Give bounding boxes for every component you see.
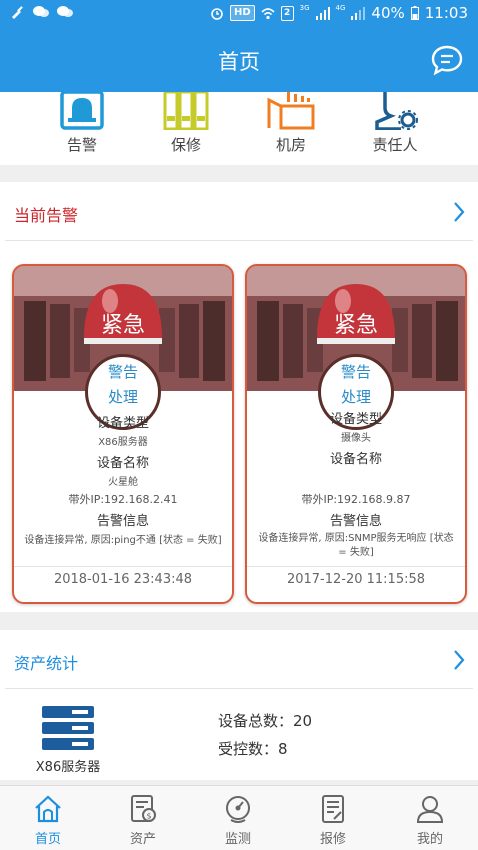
nav-label: 我的 — [416, 832, 443, 847]
nav-label: 报修 — [319, 832, 346, 847]
signal-bars-icon — [351, 6, 366, 20]
quick-menu-label: 保修 — [170, 136, 201, 154]
handle-link[interactable]: 处理 — [14, 386, 232, 407]
quick-menu: 告警 保修 机房 责任人 — [0, 92, 478, 165]
device-type-label: 设备类型 — [96, 416, 149, 431]
server-stack-icon[interactable] — [42, 706, 94, 750]
current-alarms-header[interactable]: 当前告警 — [0, 182, 478, 240]
nav-monitor[interactable]: 监测 — [190, 786, 286, 850]
asset-stats-section: 资产统计 X86服务器 设备总数：20 受控数：8 — [0, 630, 478, 780]
chevron-right-icon — [454, 650, 465, 670]
alarm-info-label: 告警信息 — [96, 514, 149, 529]
alarm-level: 警告 — [340, 363, 371, 381]
signal-bars-icon — [315, 6, 330, 20]
nav-label: 首页 — [34, 832, 61, 847]
asset-stats-header[interactable]: 资产统计 — [0, 630, 478, 688]
urgent-text: 紧急 — [101, 313, 145, 338]
battery-icon — [410, 6, 419, 20]
wifi-icon — [261, 7, 275, 19]
nav-repair[interactable]: 报修 — [285, 786, 381, 850]
page-title: 首页 — [218, 50, 260, 74]
device-type-value: 摄像头 — [341, 433, 371, 444]
sim-badge: 2 — [280, 5, 294, 21]
device-name-label: 设备名称 — [329, 452, 382, 467]
section-title: 当前告警 — [14, 206, 79, 225]
status-bar: HD 2 3G 4G 40% 11:03 — [0, 0, 478, 28]
monitor-gauge-icon — [226, 796, 250, 823]
network-4g: 4G — [335, 4, 346, 12]
alarm-level: 警告 — [107, 363, 138, 381]
section-title: 资产统计 — [14, 654, 79, 673]
alarm-card[interactable]: 紧急 警告 处理 设备类型 X86服务器 设备名称 火星舱 带外IP:192.1… — [12, 264, 234, 604]
asset-total: 设备总数：20 — [218, 712, 313, 730]
alarm-time: 2017-12-20 11:15:58 — [286, 572, 426, 587]
alarm-info-label: 告警信息 — [329, 514, 382, 529]
chevron-right-icon — [454, 202, 465, 222]
handle-link[interactable]: 处理 — [247, 386, 465, 407]
bell-icon — [60, 92, 104, 130]
nav-label: 资产 — [129, 832, 156, 847]
alarm-clock-icon — [211, 8, 223, 20]
asset-managed: 受控数：8 — [218, 740, 288, 758]
broom-icon — [12, 6, 23, 19]
quick-menu-label: 机房 — [275, 136, 306, 154]
device-type-label: 设备类型 — [329, 412, 382, 427]
hd-badge: HD — [229, 5, 255, 21]
chat-icon — [33, 6, 49, 17]
quick-menu-label: 告警 — [66, 136, 97, 154]
chat-bubble-icon — [431, 45, 463, 76]
device-type-value: X86服务器 — [98, 437, 148, 448]
battery-percent: 40% — [371, 4, 405, 22]
network-3g: 3G — [299, 4, 310, 12]
asset-doc-icon: $ — [131, 795, 156, 822]
binders-icon — [163, 92, 209, 130]
repair-form-icon — [322, 795, 344, 823]
nav-label: 监测 — [224, 832, 251, 847]
nav-mine[interactable]: 我的 — [382, 786, 478, 850]
divider — [5, 688, 473, 689]
divider — [5, 240, 473, 241]
svg-text:$: $ — [146, 812, 151, 821]
device-ip: 带外IP:192.168.2.41 — [68, 493, 178, 506]
device-name-label: 设备名称 — [96, 456, 149, 471]
current-alarms-section: 当前告警 紧急 警告 处理 设备类型 X86服务器 设备名称 火星舱 带外IP:… — [0, 182, 478, 612]
urgent-text: 紧急 — [334, 313, 378, 338]
alarm-info-value: 设备连接异常, 原因:SNMP服务无响应 [状态 = 失败] — [258, 533, 454, 558]
user-icon — [416, 796, 444, 823]
alarm-time: 2018-01-16 23:43:48 — [53, 572, 193, 587]
divider — [14, 566, 232, 567]
server-room-icon — [267, 92, 315, 130]
asset-name: X86服务器 — [35, 760, 101, 775]
alarm-card[interactable]: 紧急 警告 处理 设备类型 摄像头 设备名称 带外IP:192.168.9.87… — [245, 264, 467, 604]
alarm-info-value: 设备连接异常, 原因:ping不通 [状态 = 失败] — [24, 535, 222, 546]
message-button[interactable] — [430, 44, 464, 76]
device-name-value: 火星舱 — [108, 477, 138, 488]
home-icon — [35, 795, 61, 823]
quick-menu-label: 责任人 — [372, 136, 418, 154]
app-bar: 首页 — [0, 28, 478, 92]
clock: 11:03 — [424, 4, 468, 22]
device-ip: 带外IP:192.168.9.87 — [301, 493, 411, 506]
nav-assets[interactable]: $ 资产 — [95, 786, 191, 850]
person-gear-icon — [375, 92, 418, 130]
bottom-nav: 首页 $ 资产 监测 报修 我的 — [0, 785, 478, 850]
divider — [247, 566, 465, 567]
wechat-icon — [57, 6, 73, 17]
nav-home[interactable]: 首页 — [0, 786, 96, 850]
